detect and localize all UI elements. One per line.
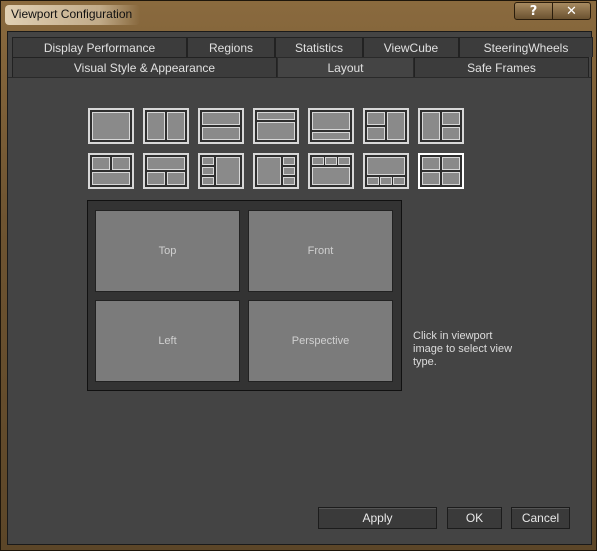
layout-pane: [283, 177, 295, 185]
layout-preset-two-top-one-bottom[interactable]: [88, 153, 134, 189]
layout-pane: [257, 112, 295, 120]
layout-pane: [202, 127, 240, 140]
layout-pane: [92, 112, 130, 140]
tab-display-performance[interactable]: Display Performance: [12, 37, 187, 57]
layout-presets-row-1: [88, 108, 473, 144]
viewport-hint-text: Click in viewport image to select view t…: [413, 330, 513, 368]
layout-presets-row-2: [88, 153, 473, 189]
viewport-top[interactable]: Top: [95, 210, 240, 292]
layout-pane: [283, 167, 295, 175]
layout-pane: [442, 127, 460, 140]
layout-preset-top-large-bottom-small[interactable]: [308, 108, 354, 144]
layout-pane: [202, 157, 214, 165]
help-button[interactable]: ?: [515, 3, 552, 19]
layout-pane: [257, 122, 295, 140]
layout-pane: [202, 167, 214, 175]
layout-pane: [92, 172, 130, 185]
layout-pane: [147, 112, 165, 140]
layout-pane: [147, 172, 165, 185]
layout-pane: [442, 172, 460, 185]
layout-pane: [442, 157, 460, 170]
layout-preset-one-top-two-bottom[interactable]: [143, 153, 189, 189]
layout-pane: [283, 157, 295, 165]
layout-preset-two-horizontal[interactable]: [198, 108, 244, 144]
layout-pane: [442, 112, 460, 125]
layout-pane: [202, 112, 240, 125]
viewport-front[interactable]: Front: [248, 210, 393, 292]
layout-preset-single[interactable]: [88, 108, 134, 144]
layout-pane: [387, 112, 405, 140]
layout-pane: [312, 112, 350, 130]
layout-preset-two-vertical[interactable]: [143, 108, 189, 144]
layout-pane: [380, 177, 392, 185]
tab-row-2: Visual Style & Appearance Layout Safe Fr…: [12, 57, 589, 77]
cancel-button[interactable]: Cancel: [511, 507, 570, 529]
layout-pane: [167, 112, 185, 140]
tab-visual-style-appearance[interactable]: Visual Style & Appearance: [12, 57, 277, 77]
viewport-configuration-dialog: Viewport Configuration ? ✕ Display Perfo…: [0, 0, 597, 551]
layout-pane: [367, 112, 385, 125]
close-button[interactable]: ✕: [552, 3, 590, 19]
tab-viewcube[interactable]: ViewCube: [363, 37, 459, 57]
ok-button[interactable]: OK: [447, 507, 502, 529]
layout-preset-three-top-one-bottom[interactable]: [308, 153, 354, 189]
layout-pane: [216, 157, 240, 185]
tab-regions[interactable]: Regions: [187, 37, 275, 57]
tab-layout[interactable]: Layout: [277, 57, 414, 77]
tab-statistics[interactable]: Statistics: [275, 37, 363, 57]
dialog-client-area: Display Performance Regions Statistics V…: [7, 31, 593, 545]
layout-pane: [147, 157, 185, 170]
layout-preset-top-small-bottom-large[interactable]: [253, 108, 299, 144]
layout-preset-one-top-three-bottom[interactable]: [363, 153, 409, 189]
layout-pane: [112, 157, 130, 170]
tab-panel-border: [8, 77, 591, 78]
layout-pane: [92, 157, 110, 170]
viewport-layout-preview: Top Front Left Perspective: [87, 200, 402, 391]
layout-pane: [202, 177, 214, 185]
layout-preset-one-left-two-right[interactable]: [418, 108, 464, 144]
title-bar[interactable]: Viewport Configuration ? ✕: [1, 1, 597, 31]
layout-pane: [312, 167, 350, 185]
layout-pane: [422, 172, 440, 185]
layout-pane: [367, 157, 405, 175]
layout-pane: [312, 157, 324, 165]
tab-steeringwheels[interactable]: SteeringWheels: [459, 37, 593, 57]
window-controls: ? ✕: [514, 2, 591, 20]
viewport-left[interactable]: Left: [95, 300, 240, 382]
layout-preset-one-left-three-right[interactable]: [253, 153, 299, 189]
layout-pane: [167, 172, 185, 185]
layout-pane: [422, 112, 440, 140]
layout-pane: [257, 157, 281, 185]
viewport-perspective[interactable]: Perspective: [248, 300, 393, 382]
window-title: Viewport Configuration: [5, 5, 141, 25]
layout-preset-four-equal[interactable]: [418, 153, 464, 189]
layout-preset-three-left-one-right[interactable]: [198, 153, 244, 189]
layout-pane: [338, 157, 350, 165]
layout-pane: [367, 177, 379, 185]
layout-preset-two-left-one-right[interactable]: [363, 108, 409, 144]
tab-row-1: Display Performance Regions Statistics V…: [12, 37, 593, 57]
layout-pane: [312, 132, 350, 140]
layout-pane: [422, 157, 440, 170]
tab-safe-frames[interactable]: Safe Frames: [414, 57, 589, 77]
layout-pane: [393, 177, 405, 185]
layout-pane: [367, 127, 385, 140]
layout-pane: [325, 157, 337, 165]
apply-button[interactable]: Apply: [318, 507, 437, 529]
